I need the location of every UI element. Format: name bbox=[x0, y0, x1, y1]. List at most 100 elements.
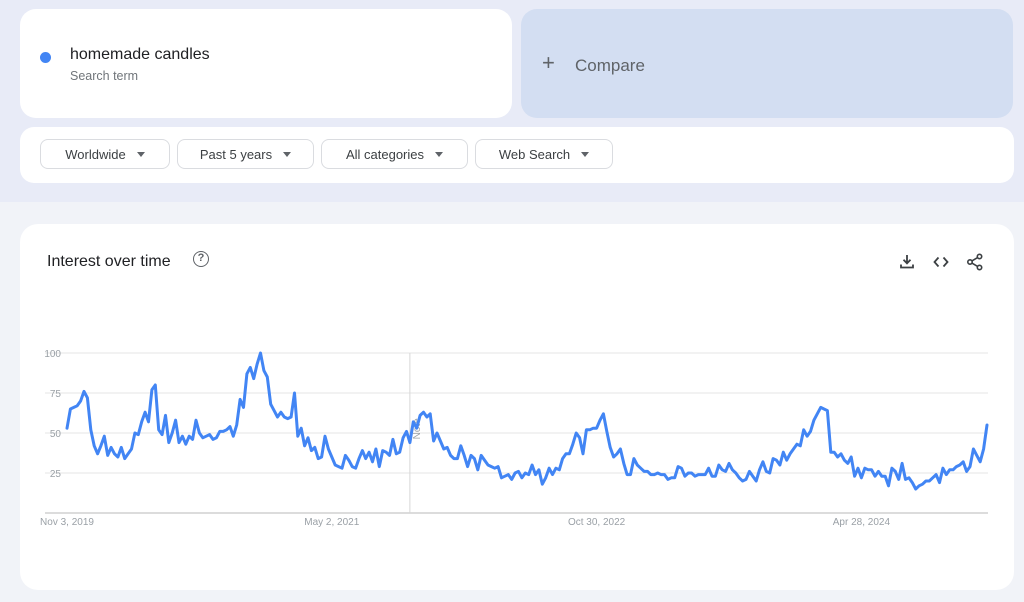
data-point[interactable] bbox=[808, 429, 813, 434]
data-point[interactable] bbox=[197, 431, 202, 436]
data-point[interactable] bbox=[855, 466, 860, 471]
data-point[interactable] bbox=[703, 472, 708, 477]
data-point[interactable] bbox=[160, 432, 165, 437]
data-point[interactable] bbox=[472, 456, 477, 461]
data-point[interactable] bbox=[81, 389, 86, 394]
data-point[interactable] bbox=[360, 448, 365, 453]
data-point[interactable] bbox=[85, 395, 90, 400]
data-point[interactable] bbox=[896, 477, 901, 482]
data-point[interactable] bbox=[784, 458, 789, 463]
data-point[interactable] bbox=[482, 458, 487, 463]
data-point[interactable] bbox=[672, 475, 677, 480]
data-point[interactable] bbox=[604, 429, 609, 434]
data-point[interactable] bbox=[679, 466, 684, 471]
data-point[interactable] bbox=[312, 445, 317, 450]
data-point[interactable] bbox=[343, 453, 348, 458]
data-point[interactable] bbox=[597, 418, 602, 423]
data-point[interactable] bbox=[754, 479, 759, 484]
data-point[interactable] bbox=[367, 450, 372, 455]
data-point[interactable] bbox=[968, 464, 973, 469]
data-point[interactable] bbox=[462, 453, 467, 458]
data-point[interactable] bbox=[570, 442, 575, 447]
data-point[interactable] bbox=[173, 418, 178, 423]
data-point[interactable] bbox=[194, 418, 199, 423]
data-point[interactable] bbox=[621, 461, 626, 466]
data-point[interactable] bbox=[801, 427, 806, 432]
data-point[interactable] bbox=[774, 458, 779, 463]
data-point[interactable] bbox=[302, 443, 307, 448]
data-point[interactable] bbox=[601, 411, 606, 416]
data-point[interactable] bbox=[92, 443, 97, 448]
data-point[interactable] bbox=[465, 464, 470, 469]
data-point[interactable] bbox=[373, 447, 378, 452]
data-point[interactable] bbox=[265, 375, 270, 380]
data-point[interactable] bbox=[207, 432, 212, 437]
data-point[interactable] bbox=[496, 464, 501, 469]
data-point[interactable] bbox=[631, 456, 636, 461]
data-point[interactable] bbox=[268, 402, 273, 407]
data-point[interactable] bbox=[234, 423, 239, 428]
data-point[interactable] bbox=[458, 443, 463, 448]
data-point[interactable] bbox=[370, 459, 375, 464]
data-point[interactable] bbox=[543, 475, 548, 480]
data-point[interactable] bbox=[910, 480, 915, 485]
data-point[interactable] bbox=[560, 456, 565, 461]
data-point[interactable] bbox=[872, 474, 877, 479]
data-point[interactable] bbox=[136, 432, 141, 437]
data-point[interactable] bbox=[356, 456, 361, 461]
data-point[interactable] bbox=[940, 466, 945, 471]
data-point[interactable] bbox=[906, 475, 911, 480]
data-point[interactable] bbox=[238, 397, 243, 402]
series-line-homemade-candles[interactable] bbox=[65, 351, 989, 491]
data-point[interactable] bbox=[713, 474, 718, 479]
data-point[interactable] bbox=[190, 437, 195, 442]
data-point[interactable] bbox=[390, 437, 395, 442]
data-point[interactable] bbox=[886, 483, 891, 488]
data-point[interactable] bbox=[964, 469, 969, 474]
data-point[interactable] bbox=[536, 467, 541, 472]
data-point[interactable] bbox=[934, 472, 939, 477]
data-point[interactable] bbox=[869, 467, 874, 472]
data-point[interactable] bbox=[971, 447, 976, 452]
data-point[interactable] bbox=[533, 472, 538, 477]
data-point[interactable] bbox=[170, 431, 175, 436]
data-point[interactable] bbox=[733, 471, 738, 476]
data-point[interactable] bbox=[540, 482, 545, 487]
data-point[interactable] bbox=[241, 405, 246, 410]
data-point[interactable] bbox=[95, 451, 100, 456]
data-point[interactable] bbox=[65, 426, 70, 431]
data-point[interactable] bbox=[547, 466, 552, 471]
data-point[interactable] bbox=[78, 399, 83, 404]
data-point[interactable] bbox=[509, 477, 514, 482]
data-point[interactable] bbox=[815, 411, 820, 416]
data-point[interactable] bbox=[716, 463, 721, 468]
data-point[interactable] bbox=[567, 451, 572, 456]
data-point[interactable] bbox=[146, 419, 151, 424]
data-point[interactable] bbox=[757, 467, 762, 472]
data-point[interactable] bbox=[183, 442, 188, 447]
data-point[interactable] bbox=[788, 451, 793, 456]
data-point[interactable] bbox=[839, 451, 844, 456]
data-point[interactable] bbox=[845, 461, 850, 466]
data-point[interactable] bbox=[377, 464, 382, 469]
data-point[interactable] bbox=[825, 408, 830, 413]
data-point[interactable] bbox=[526, 472, 531, 477]
data-point[interactable] bbox=[574, 431, 579, 436]
data-point[interactable] bbox=[852, 474, 857, 479]
data-point[interactable] bbox=[974, 453, 979, 458]
data-point[interactable] bbox=[978, 459, 983, 464]
data-point[interactable] bbox=[519, 475, 524, 480]
data-point[interactable] bbox=[849, 455, 854, 460]
data-point[interactable] bbox=[248, 365, 253, 370]
data-point[interactable] bbox=[767, 471, 772, 476]
data-point[interactable] bbox=[166, 440, 171, 445]
data-point[interactable] bbox=[326, 447, 331, 452]
data-point[interactable] bbox=[706, 466, 711, 471]
data-point[interactable] bbox=[516, 469, 521, 474]
data-point[interactable] bbox=[438, 439, 443, 444]
data-point[interactable] bbox=[859, 475, 864, 480]
data-point[interactable] bbox=[251, 376, 256, 381]
data-point[interactable] bbox=[329, 455, 334, 460]
data-point[interactable] bbox=[306, 435, 311, 440]
data-point[interactable] bbox=[404, 429, 409, 434]
